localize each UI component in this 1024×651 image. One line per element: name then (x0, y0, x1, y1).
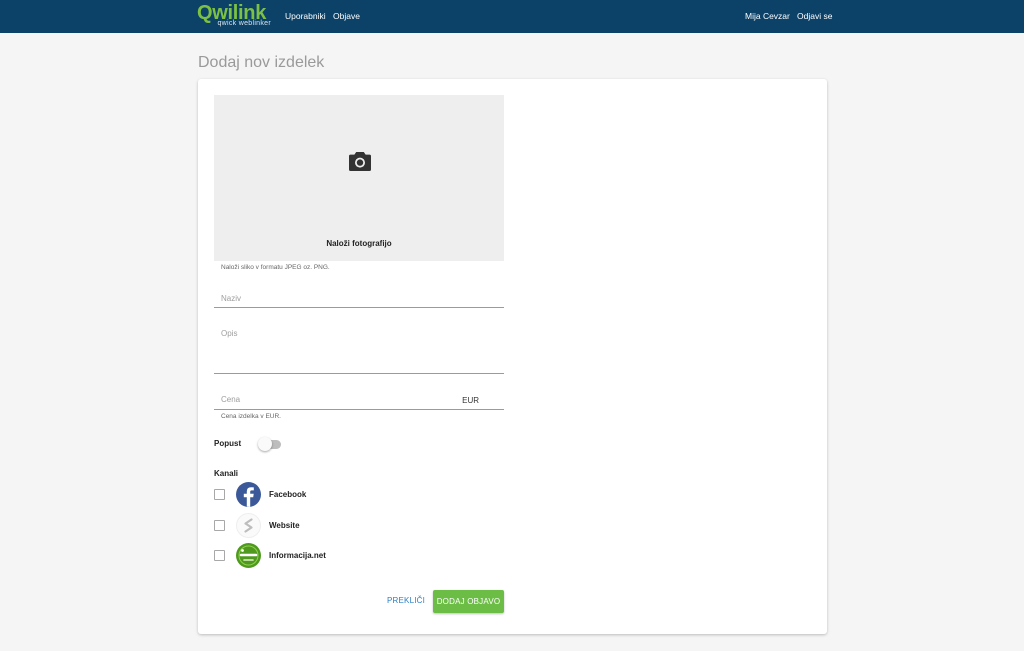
price-field[interactable]: Cena EUR (214, 389, 504, 410)
nav-link-objave[interactable]: Objave (333, 11, 360, 22)
discount-toggle[interactable] (258, 437, 282, 451)
user-name-link[interactable]: Mija Cevzar (745, 11, 790, 22)
channel-row-website: Website (214, 513, 514, 539)
website-checkbox[interactable] (214, 520, 225, 531)
website-channel-name: Website (269, 521, 300, 530)
informacija-channel-name: Informacija.net (269, 551, 326, 560)
discount-label: Popust (214, 439, 242, 448)
facebook-channel-name: Facebook (269, 490, 307, 499)
description-field[interactable]: Opis (214, 322, 504, 374)
informacija-checkbox[interactable] (214, 550, 225, 561)
product-form-card: Naloži fotografijo Naloži sliko v format… (198, 79, 827, 634)
channel-row-informacija: Informacija.net (214, 543, 514, 569)
top-navbar: Qwilink qwick weblinker Uporabniki Objav… (0, 0, 1024, 33)
channels-label: Kanali (214, 469, 239, 478)
channel-row-facebook: Facebook (214, 482, 514, 508)
informacija-icon (236, 543, 261, 568)
page-title: Dodaj nov izdelek (198, 54, 325, 71)
nav-link-uporabniki[interactable]: Uporabniki (285, 11, 326, 22)
logo-tagline: qwick weblinker (217, 20, 271, 27)
upload-helper-text: Naloži sliko v formatu JPEG oz. PNG. (221, 264, 330, 271)
price-placeholder: Cena (221, 395, 241, 404)
cancel-button[interactable]: Prekliči (387, 596, 425, 608)
facebook-icon (236, 482, 261, 507)
website-icon (236, 513, 261, 538)
price-helper-text: Cena izdelka v EUR. (221, 413, 281, 420)
add-post-button[interactable]: Dodaj objavo (433, 590, 504, 613)
facebook-checkbox[interactable] (214, 489, 225, 500)
camera-icon (349, 152, 371, 171)
qwilink-logo[interactable]: Qwilink qwick weblinker (197, 2, 273, 30)
name-placeholder: Naziv (221, 294, 242, 303)
toggle-thumb (258, 437, 272, 451)
upload-photo-label: Naloži fotografijo (326, 239, 392, 248)
currency-suffix: EUR (462, 396, 479, 405)
photo-upload-area[interactable]: Naloži fotografijo (214, 95, 504, 261)
logout-link[interactable]: Odjavi se (797, 11, 832, 22)
name-field[interactable]: Naziv (214, 287, 504, 308)
description-placeholder: Opis (221, 329, 238, 338)
